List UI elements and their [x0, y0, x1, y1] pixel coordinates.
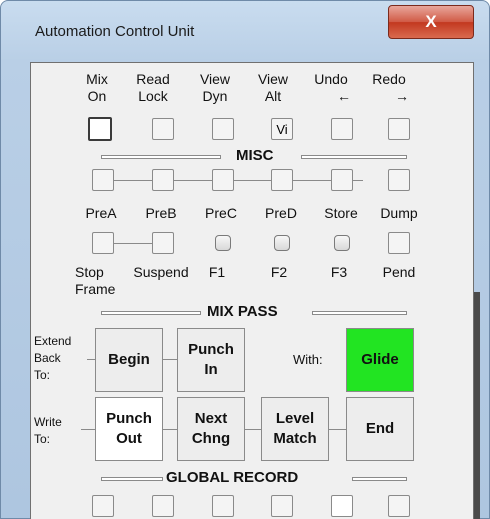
- view-alt-button-text: Vi: [276, 121, 288, 137]
- prec-button[interactable]: [212, 169, 234, 191]
- write-to-label: Write To:: [34, 415, 62, 446]
- pred-button[interactable]: [271, 169, 293, 191]
- level-match-button[interactable]: Level Match: [261, 397, 329, 461]
- punch-in-button-label: Punch In: [188, 341, 234, 378]
- pend-label: Pend: [382, 264, 416, 280]
- global-record-rule-right: [352, 477, 407, 481]
- punchout-next-connector: [163, 429, 177, 430]
- undo-button[interactable]: [331, 118, 353, 140]
- left-arrow-icon: ←: [337, 88, 351, 104]
- store-button[interactable]: [331, 169, 353, 191]
- dump-button[interactable]: [388, 169, 410, 191]
- punch-in-button[interactable]: Punch In: [177, 328, 245, 392]
- mix-on-label: Mix On: [86, 71, 108, 104]
- stop-frame-button[interactable]: [92, 232, 114, 254]
- view-dyn-button[interactable]: [212, 118, 234, 140]
- mix-on-button[interactable]: [88, 117, 112, 141]
- scrollbar-edge[interactable]: [474, 292, 480, 519]
- begin-punchin-connector: [163, 359, 177, 360]
- global-record-button-5[interactable]: [331, 495, 353, 517]
- global-record-button-3[interactable]: [212, 495, 234, 517]
- global-record-rule-left: [101, 477, 163, 481]
- pred-label: PreD: [265, 205, 297, 221]
- view-dyn-label: View Dyn: [199, 71, 231, 104]
- window-title: Automation Control Unit: [35, 23, 195, 40]
- title-bar[interactable]: Automation Control Unit X: [1, 1, 490, 63]
- level-end-connector: [329, 429, 347, 430]
- mix-pass-title: MIX PASS: [207, 303, 278, 320]
- global-record-title: GLOBAL RECORD: [166, 469, 299, 486]
- view-alt-label: View Alt: [257, 71, 289, 104]
- misc-rule-left: [101, 155, 221, 159]
- undo-label: Undo: [314, 71, 348, 87]
- f3-button[interactable]: [334, 235, 350, 251]
- right-arrow-icon: →: [395, 88, 409, 104]
- f3-label: F3: [330, 264, 348, 280]
- redo-label: Redo: [372, 71, 406, 87]
- f1-label: F1: [208, 264, 226, 280]
- view-alt-button[interactable]: Vi: [271, 118, 293, 140]
- next-chng-button[interactable]: Next Chng: [177, 397, 245, 461]
- stop-frame-label: Stop Frame: [75, 264, 116, 297]
- prec-label: PreC: [205, 205, 237, 221]
- mix-pass-rule-right: [312, 311, 407, 315]
- glide-button-label: Glide: [361, 351, 399, 368]
- level-match-button-label: Level Match: [273, 410, 317, 447]
- read-lock-label: Read Lock: [136, 71, 170, 104]
- preb-button[interactable]: [152, 169, 174, 191]
- misc-row1-connector: [113, 180, 363, 181]
- dump-label: Dump: [380, 205, 418, 221]
- pend-button[interactable]: [388, 232, 410, 254]
- begin-button-label: Begin: [108, 351, 150, 368]
- misc-rule-right: [301, 155, 407, 159]
- next-chng-button-label: Next Chng: [191, 410, 231, 447]
- client-area: Mix On Read Lock View Dyn View Alt Undo Redo…: [30, 62, 474, 519]
- with-label: With:: [293, 352, 323, 367]
- misc-title: MISC: [236, 147, 274, 164]
- f1-button[interactable]: [215, 235, 231, 251]
- glide-button[interactable]: Glide: [346, 328, 414, 392]
- extend-back-to-label: Extend Back To:: [34, 334, 72, 382]
- punch-out-button-label: Punch Out: [106, 410, 152, 447]
- mix-pass-rule-left: [101, 311, 201, 315]
- global-record-button-2[interactable]: [152, 495, 174, 517]
- global-record-button-4[interactable]: [271, 495, 293, 517]
- preb-label: PreB: [145, 205, 177, 221]
- suspend-label: Suspend: [133, 264, 189, 280]
- f2-label: F2: [270, 264, 288, 280]
- store-label: Store: [324, 205, 358, 221]
- global-record-button-6[interactable]: [388, 495, 410, 517]
- end-button-label: End: [365, 420, 395, 437]
- begin-button[interactable]: Begin: [95, 328, 163, 392]
- read-lock-button[interactable]: [152, 118, 174, 140]
- punch-out-button[interactable]: Punch Out: [95, 397, 163, 461]
- f2-button[interactable]: [274, 235, 290, 251]
- close-button[interactable]: X: [388, 5, 474, 39]
- end-button[interactable]: End: [346, 397, 414, 461]
- global-record-button-1[interactable]: [92, 495, 114, 517]
- suspend-button[interactable]: [152, 232, 174, 254]
- prea-label: PreA: [85, 205, 117, 221]
- close-icon: X: [425, 12, 437, 31]
- redo-button[interactable]: [388, 118, 410, 140]
- prea-button[interactable]: [92, 169, 114, 191]
